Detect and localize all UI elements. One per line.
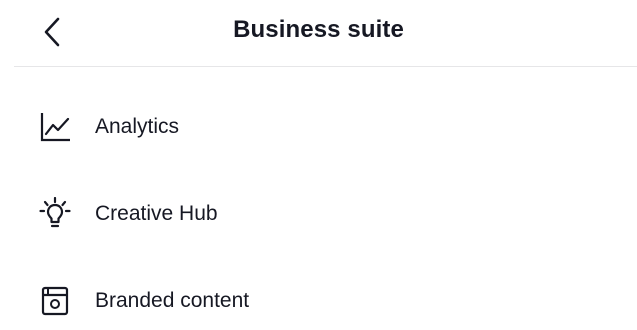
menu-item-label: Creative Hub bbox=[95, 202, 218, 225]
lightbulb-icon bbox=[38, 197, 72, 231]
menu-item-label: Analytics bbox=[95, 115, 180, 138]
menu-item-creative-hub[interactable]: Creative Hub bbox=[0, 183, 637, 243]
page-title: Business suite bbox=[233, 16, 404, 43]
menu-item-branded-content[interactable]: Branded content bbox=[0, 270, 637, 330]
header-bar: Business suite bbox=[0, 0, 637, 66]
menu-item-analytics[interactable]: Analytics bbox=[0, 96, 637, 156]
header-divider bbox=[14, 66, 637, 67]
analytics-chart-icon bbox=[38, 110, 72, 144]
menu-item-label: Branded content bbox=[95, 289, 250, 312]
